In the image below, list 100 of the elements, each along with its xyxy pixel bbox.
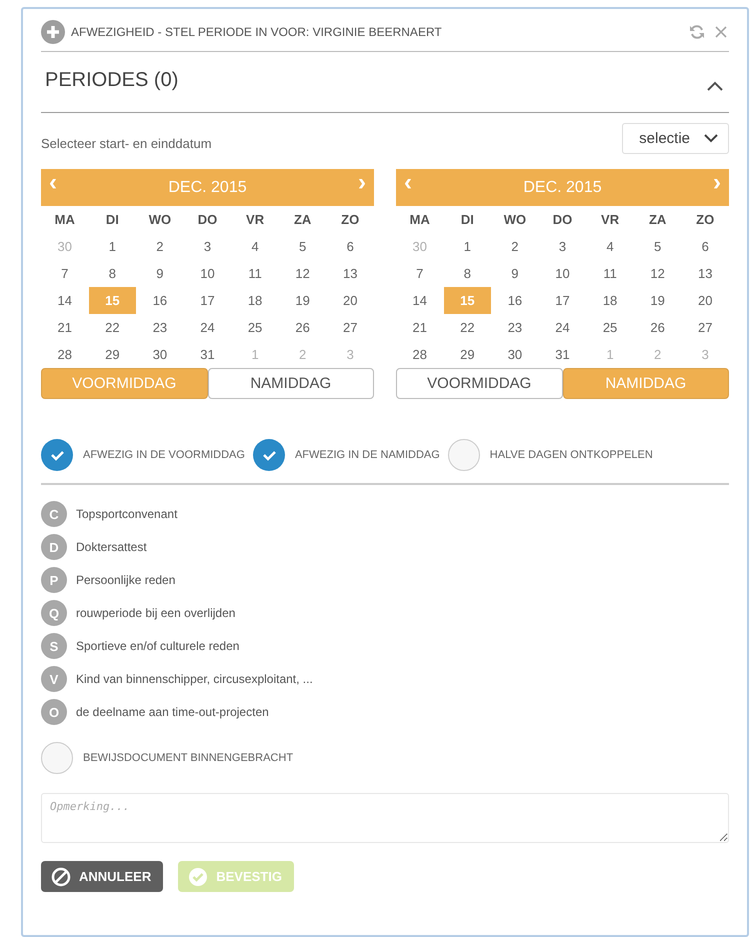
reason-code-badge: S — [41, 633, 67, 659]
reason-label[interactable]: Kind van binnenschipper, circusexploitant, ... — [76, 672, 313, 686]
calendar-day[interactable]: 19 — [278, 287, 326, 314]
weekday-label: DI — [106, 212, 119, 227]
calendar-day[interactable]: 23 — [491, 314, 539, 341]
weekday-label: WO — [504, 212, 526, 227]
reason-label[interactable]: de deelname aan time-out-projecten — [76, 705, 269, 719]
calendar-day[interactable]: 27 — [681, 314, 729, 341]
calendar-day[interactable]: 2 — [136, 233, 184, 260]
calendar-day[interactable]: 14 — [41, 287, 89, 314]
calendar-day[interactable]: 5 — [634, 233, 682, 260]
instruction-text: Selecteer start- en einddatum — [41, 136, 212, 150]
prohibited-icon — [51, 866, 71, 886]
calendar-day[interactable]: 3 — [184, 233, 232, 260]
calendar-day[interactable]: 7 — [396, 260, 444, 287]
checkbox[interactable] — [41, 742, 73, 774]
calendar-day[interactable]: 27 — [326, 314, 374, 341]
calendar-day[interactable]: 19 — [634, 287, 682, 314]
calendar-day[interactable]: 20 — [326, 287, 374, 314]
calendar-day[interactable]: 8 — [444, 260, 492, 287]
weekday-label: MA — [410, 212, 430, 227]
calendar-day[interactable]: 17 — [538, 287, 586, 314]
calendar-day[interactable]: 18 — [586, 287, 634, 314]
calendar-day[interactable]: 24 — [538, 314, 586, 341]
calendar-day[interactable]: 16 — [491, 287, 539, 314]
calendar-day[interactable]: 10 — [184, 260, 232, 287]
calendar-day[interactable]: 28 — [41, 341, 89, 368]
calendar-day[interactable]: 22 — [88, 314, 136, 341]
weekday-label: VR — [601, 212, 620, 227]
calendar-day[interactable]: 31 — [184, 341, 232, 368]
reason-code-badge: Q — [41, 600, 67, 626]
calendar-day[interactable]: 26 — [634, 314, 682, 341]
calendar-day[interactable]: 7 — [41, 260, 89, 287]
calendar-day[interactable]: 9 — [136, 260, 184, 287]
calendar-day[interactable]: 25 — [586, 314, 634, 341]
calendar-day[interactable]: 24 — [184, 314, 232, 341]
half-day-button[interactable]: NAMIDDAG — [208, 368, 374, 399]
calendar-day[interactable]: 18 — [231, 287, 279, 314]
calendar-day[interactable]: 3 — [538, 233, 586, 260]
calendar-day[interactable]: 6 — [326, 233, 374, 260]
weekday-label: ZA — [294, 212, 312, 227]
calendar-day[interactable]: 5 — [278, 233, 326, 260]
calendar-day[interactable]: 31 — [538, 341, 586, 368]
calendar-day[interactable]: 14 — [396, 287, 444, 314]
weekday-label: DI — [460, 212, 474, 227]
half-day-button[interactable]: VOORMIDDAG — [396, 368, 562, 399]
chevron-down-icon — [704, 134, 718, 142]
calendar-day[interactable]: 11 — [231, 260, 279, 287]
calendar-day[interactable]: 17 — [184, 287, 232, 314]
close-button[interactable] — [713, 24, 729, 40]
calendar-day[interactable]: 25 — [231, 314, 279, 341]
month-title: DEC. 2015 — [168, 178, 247, 196]
calendar-day[interactable]: 8 — [88, 260, 136, 287]
reason-label[interactable]: Persoonlijke reden — [76, 573, 176, 587]
calendar-day[interactable]: 12 — [634, 260, 682, 287]
calendar-day[interactable]: 21 — [396, 314, 444, 341]
calendar-day[interactable]: 10 — [538, 260, 586, 287]
reason-label[interactable]: Topsportconvenant — [76, 507, 178, 521]
reason-code-badge: V — [41, 666, 67, 692]
collapse-button[interactable] — [705, 79, 725, 93]
checkbox[interactable] — [448, 439, 480, 471]
cancel-button[interactable]: ANNULEER — [41, 861, 164, 892]
checked-checkbox[interactable] — [41, 439, 73, 471]
calendar-day[interactable]: 6 — [681, 233, 729, 260]
calendar-day[interactable]: 22 — [444, 314, 492, 341]
remark-field[interactable]: Opmerking... — [41, 793, 729, 843]
calendar-day[interactable]: 4 — [231, 233, 279, 260]
checked-checkbox[interactable] — [252, 439, 285, 471]
weekday-label: ZO — [696, 212, 714, 227]
section-title: PERIODES (0) — [44, 68, 178, 92]
option-label: HALVE DAGEN ONTKOPPELEN — [490, 449, 653, 461]
window-title: AFWEZIGHEID - STEL PERIODE IN VOOR: VIRGINIE BEERNAERT — [71, 25, 442, 39]
calendar-day[interactable]: 16 — [136, 287, 184, 314]
calendar-day[interactable]: 23 — [136, 314, 184, 341]
calendar-day[interactable]: 2 — [491, 233, 539, 260]
calendar-day[interactable]: 4 — [586, 233, 634, 260]
calendar-day[interactable]: 29 — [444, 341, 492, 368]
selection-dropdown[interactable]: selectie — [622, 122, 729, 154]
calendar-day[interactable]: 12 — [278, 260, 326, 287]
reason-label[interactable]: Sportieve en/of culturele reden — [76, 639, 240, 653]
calendar-day[interactable]: 30 — [136, 341, 184, 368]
reason-label[interactable]: Doktersattest — [76, 540, 147, 554]
calendar-day[interactable]: 30 — [491, 341, 539, 368]
reason-label[interactable]: rouwperiode bij een overlijden — [76, 606, 236, 620]
weekday-label: DO — [552, 212, 572, 227]
calendar-day[interactable]: 11 — [586, 260, 634, 287]
calendar-day[interactable]: 28 — [396, 341, 444, 368]
weekday-label: MA — [54, 212, 75, 227]
calendar-day[interactable]: 29 — [88, 341, 136, 368]
calendar-day[interactable]: 1 — [444, 233, 492, 260]
calendar-day[interactable]: 13 — [326, 260, 374, 287]
calendar-day[interactable]: 20 — [681, 287, 729, 314]
refresh-button[interactable] — [687, 22, 707, 42]
calendar-day[interactable]: 13 — [681, 260, 729, 287]
calendar-day[interactable]: 1 — [88, 233, 136, 260]
calendar-day[interactable]: 21 — [41, 314, 89, 341]
calendar-day[interactable]: 26 — [278, 314, 326, 341]
calendar-day[interactable]: 9 — [491, 260, 539, 287]
weekday-label: WO — [148, 212, 172, 227]
plus-icon — [41, 20, 65, 44]
